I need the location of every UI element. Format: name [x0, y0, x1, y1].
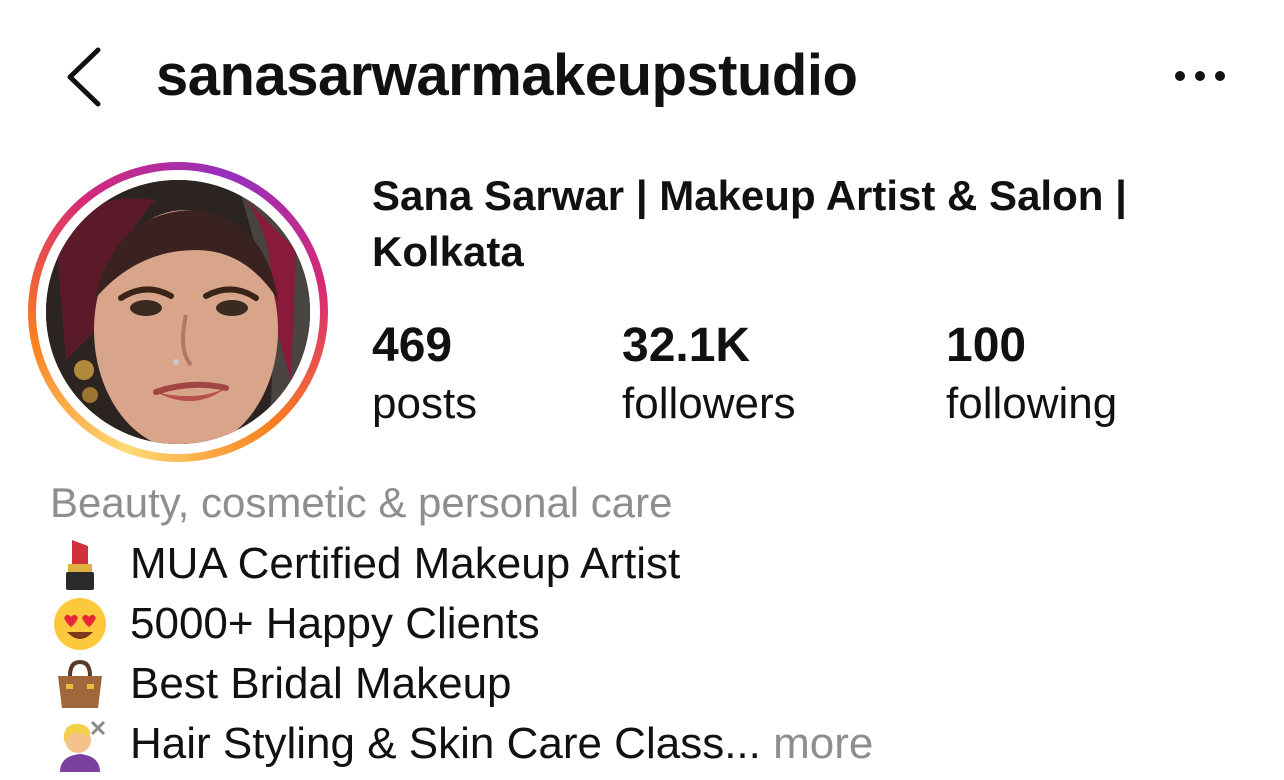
- profile-header: sanasarwarmakeupstudio: [0, 0, 1284, 150]
- followers-label: followers: [622, 379, 796, 428]
- posts-count: 469: [372, 319, 453, 372]
- profile-bio: MUA Certified Makeup Artist 5000+ Happy …: [50, 534, 873, 774]
- profile-username: sanasarwarmakeupstudio: [156, 43, 858, 108]
- story-ring[interactable]: [28, 162, 328, 462]
- posts-label: posts: [372, 379, 478, 428]
- avatar-photo: [46, 180, 310, 444]
- more-link[interactable]: more: [773, 719, 873, 768]
- bio-line: MUA Certified Makeup Artist: [50, 534, 873, 594]
- followers-count: 32.1K: [622, 319, 751, 372]
- display-name: Sana Sarwar | Makeup Artist & Salon | Ko…: [372, 172, 1127, 275]
- following-label: following: [946, 379, 1118, 428]
- haircut-icon: [50, 716, 110, 772]
- stat-followers[interactable]: 32.1K followers: [622, 316, 796, 432]
- lipstick-icon: [50, 536, 110, 592]
- bio-text: 5000+ Happy Clients: [130, 599, 540, 648]
- avatar[interactable]: [46, 180, 310, 444]
- handbag-icon: [50, 656, 110, 712]
- bio-text: Best Bridal Makeup: [130, 659, 512, 708]
- heart-eyes-icon: [50, 596, 110, 652]
- profile-category: Beauty, cosmetic & personal care: [50, 479, 673, 526]
- more-horizontal-icon[interactable]: [1168, 56, 1232, 96]
- following-count: 100: [946, 319, 1027, 372]
- stat-following[interactable]: 100 following: [946, 316, 1117, 432]
- bio-text-truncated: Hair Styling & Skin Care Class...: [130, 719, 761, 768]
- chevron-left-icon[interactable]: [60, 44, 108, 110]
- bio-text: MUA Certified Makeup Artist: [130, 539, 681, 588]
- bio-text: Hair Styling & Skin Care Class... more: [130, 716, 873, 772]
- stat-posts[interactable]: 469 posts: [372, 316, 477, 432]
- bio-line: Hair Styling & Skin Care Class... more: [50, 714, 873, 774]
- bio-line: 5000+ Happy Clients: [50, 594, 873, 654]
- bio-line: Best Bridal Makeup: [50, 654, 873, 714]
